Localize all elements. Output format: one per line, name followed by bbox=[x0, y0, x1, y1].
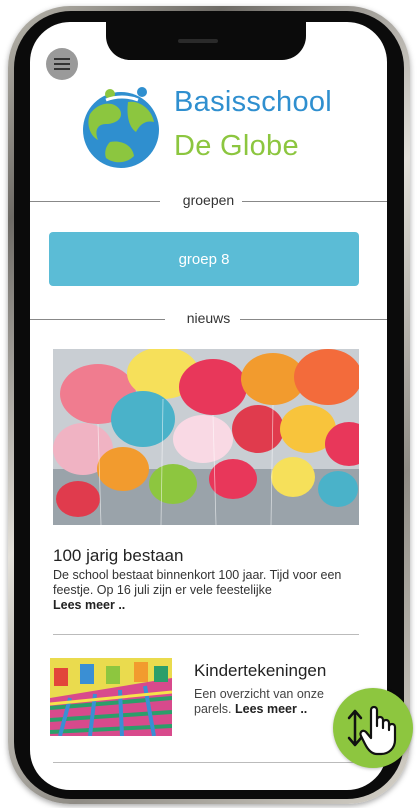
section-divider-groups: groepen bbox=[30, 192, 387, 212]
app-screen: Basisschool De Globe groepen groep 8 nie… bbox=[30, 22, 387, 790]
section-divider-news: nieuws bbox=[30, 310, 387, 330]
globe-logo-icon bbox=[83, 87, 159, 168]
scroll-indicator bbox=[333, 688, 413, 768]
read-more-link[interactable]: Lees meer .. bbox=[235, 702, 307, 716]
phone-speaker bbox=[178, 39, 218, 43]
news-title[interactable]: Kindertekeningen bbox=[194, 661, 326, 681]
brand-name-line1: Basisschool bbox=[174, 86, 333, 118]
news-excerpt: De school bestaat binnenkort 100 jaar. T… bbox=[53, 568, 363, 613]
balloons-photo bbox=[53, 349, 359, 525]
news-image-balloons[interactable] bbox=[53, 349, 359, 525]
news-separator bbox=[53, 762, 359, 763]
group-button[interactable]: groep 8 bbox=[49, 232, 359, 286]
news-excerpt: Een overzicht van onze parels. Lees meer… bbox=[194, 687, 344, 717]
children-drawing-thumbnail bbox=[50, 658, 172, 736]
scroll-gesture-icon bbox=[347, 705, 397, 756]
news-excerpt-text: De school bestaat binnenkort 100 jaar. T… bbox=[53, 568, 342, 597]
news-separator bbox=[53, 634, 359, 635]
section-title-news: nieuws bbox=[178, 310, 239, 326]
news-title[interactable]: 100 jarig bestaan bbox=[53, 546, 183, 566]
section-title-groups: groepen bbox=[174, 192, 243, 208]
hamburger-icon[interactable] bbox=[46, 48, 78, 80]
read-more-link[interactable]: Lees meer .. bbox=[53, 598, 125, 612]
brand-name-line2: De Globe bbox=[174, 130, 299, 162]
news-image-drawing[interactable] bbox=[50, 658, 172, 736]
